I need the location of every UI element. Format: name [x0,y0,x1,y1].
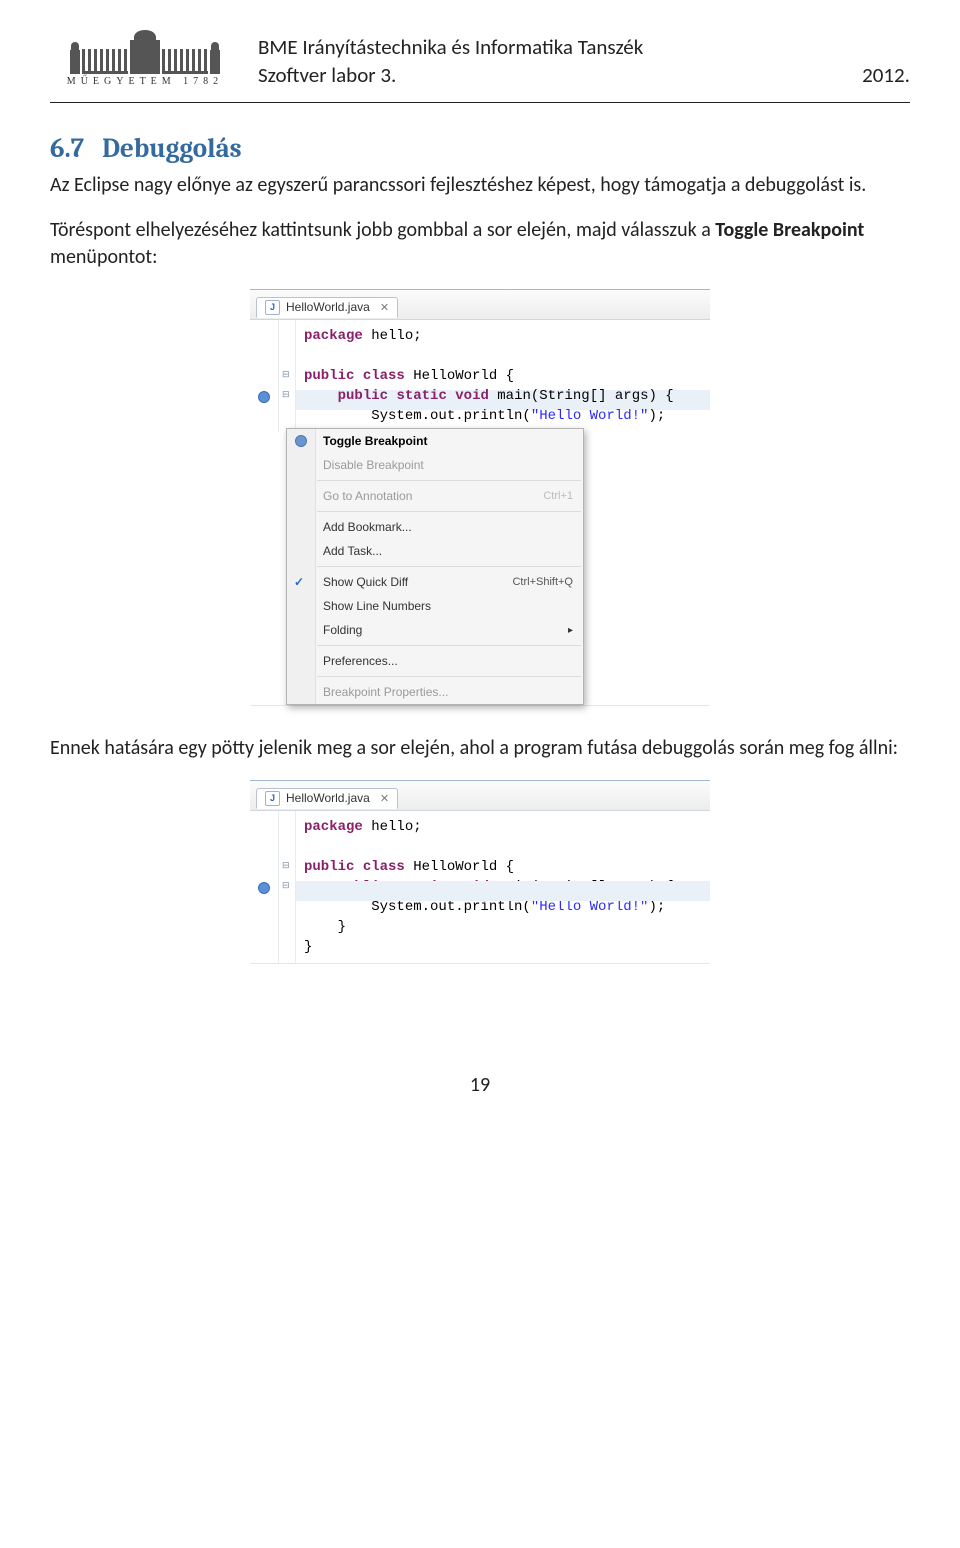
page-header: MŰEGYETEM 1782 BME Irányítástechnika és … [50,30,910,92]
header-rule [50,102,910,103]
header-dept: BME Irányítástechnika és Informatika Tan… [258,33,910,61]
header-year: 2012. [862,61,910,89]
editor-tab[interactable]: J HelloWorld.java ✕ [256,297,398,318]
menu-add-bookmark[interactable]: Add Bookmark... [287,515,583,539]
menu-breakpoint-properties: Breakpoint Properties... [287,680,583,704]
submenu-arrow-icon: ▸ [568,625,573,636]
tab-label: HelloWorld.java [286,300,370,314]
java-file-icon: J [265,791,280,806]
editor-tab[interactable]: J HelloWorld.java ✕ [256,788,398,809]
editor-tab-bar: J HelloWorld.java ✕ [250,781,710,811]
header-text: BME Irányítástechnika és Informatika Tan… [258,33,910,90]
university-logo: MŰEGYETEM 1782 [50,30,240,92]
close-icon[interactable]: ✕ [380,301,389,314]
close-icon[interactable]: ✕ [380,792,389,805]
screenshot-breakpoint-set: J HelloWorld.java ✕ ⊟ ⊟ package hello; p… [250,780,710,963]
page-number: 19 [50,1073,910,1097]
gutter-left[interactable] [250,811,279,963]
selected-line-highlight [250,881,710,901]
fold-collapse-icon[interactable]: ⊟ [282,880,290,891]
menu-toggle-breakpoint[interactable]: Toggle Breakpoint [287,429,583,453]
header-course: Szoftver labor 3. [258,61,396,89]
fold-collapse-icon[interactable]: ⊟ [282,389,290,400]
menu-show-quick-diff[interactable]: ✓ Show Quick Diff Ctrl+Shift+Q [287,570,583,594]
breakpoint-marker-icon[interactable] [258,882,270,894]
section-title: Debuggolás [102,133,242,164]
context-menu: Toggle Breakpoint Disable Breakpoint Go … [286,428,584,705]
breakpoint-icon [295,435,307,447]
menu-disable-breakpoint: Disable Breakpoint [287,453,583,477]
code-area[interactable]: package hello; public class HelloWorld {… [296,320,710,432]
paragraph-3: Ennek hatására egy pötty jelenik meg a s… [50,735,910,762]
tab-label: HelloWorld.java [286,791,370,805]
section-number: 6.7 [50,133,84,164]
fold-gutter[interactable]: ⊟ ⊟ [279,320,296,432]
menu-goto-annotation: Go to Annotation Ctrl+1 [287,484,583,508]
menu-add-task[interactable]: Add Task... [287,539,583,563]
section-heading: 6.7 Debuggolás [50,133,910,164]
screenshot-context-menu: J HelloWorld.java ✕ ⊟ ⊟ package hello; p… [250,289,710,705]
fold-gutter[interactable]: ⊟ ⊟ [279,811,296,963]
paragraph-1: Az Eclipse nagy előnye az egyszerű paran… [50,172,910,199]
java-file-icon: J [265,300,280,315]
fold-collapse-icon[interactable]: ⊟ [282,369,290,380]
editor-tab-bar: J HelloWorld.java ✕ [250,290,710,320]
menu-preferences[interactable]: Preferences... [287,649,583,673]
breakpoint-marker-icon[interactable] [258,391,270,403]
checkmark-icon: ✓ [294,575,304,589]
paragraph-2: Töréspont elhelyezéséhez kattintsunk job… [50,217,910,271]
menu-folding[interactable]: Folding ▸ [287,618,583,642]
fold-collapse-icon[interactable]: ⊟ [282,860,290,871]
gutter-left[interactable] [250,320,279,432]
menu-show-line-numbers[interactable]: Show Line Numbers [287,594,583,618]
logo-caption: MŰEGYETEM 1782 [67,76,223,87]
